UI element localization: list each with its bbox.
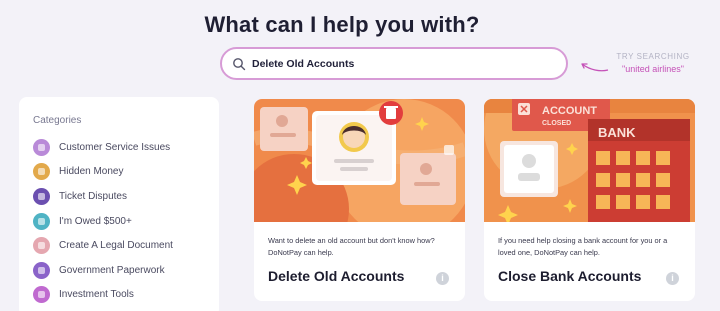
card-description: Want to delete an old account but don't … bbox=[268, 236, 435, 257]
category-investment-tools[interactable]: Investment Tools bbox=[33, 283, 219, 308]
category-label: Hidden Money bbox=[59, 166, 124, 178]
account-closed-badge: ACCOUNT bbox=[542, 105, 597, 117]
card-description: If you need help closing a bank account … bbox=[498, 236, 668, 257]
cash-icon bbox=[33, 212, 50, 230]
delete-accounts-illustration bbox=[254, 99, 465, 222]
page-title: What can I help you with? bbox=[204, 12, 480, 37]
card-title: Close Bank Accounts bbox=[498, 268, 642, 284]
search-value: Delete Old Accounts bbox=[252, 57, 355, 70]
category-label: Ticket Disputes bbox=[59, 190, 127, 202]
card-close-bank-accounts[interactable]: ACCOUNT CLOSED BANK If you need help clo… bbox=[484, 99, 695, 301]
ticket-icon bbox=[33, 187, 50, 205]
try-searching-hint: TRY SEARCHING "united airlines" bbox=[610, 50, 696, 76]
investment-icon bbox=[33, 286, 50, 304]
category-label: Investment Tools bbox=[59, 289, 134, 301]
customer-service-icon bbox=[33, 138, 50, 156]
category-customer-service[interactable]: Customer Service Issues bbox=[33, 135, 219, 160]
info-icon[interactable]: i bbox=[666, 272, 679, 285]
category-label: Create A Legal Document bbox=[59, 240, 173, 252]
category-hidden-money[interactable]: Hidden Money bbox=[33, 160, 219, 185]
category-government-paperwork[interactable]: Government Paperwork bbox=[33, 258, 219, 283]
money-icon bbox=[33, 163, 50, 181]
search-input[interactable]: Delete Old Accounts bbox=[220, 47, 568, 80]
card-title: Delete Old Accounts bbox=[268, 268, 405, 284]
categories-panel: Categories Customer Service Issues Hidde… bbox=[19, 97, 219, 311]
try-searching-example[interactable]: "united airlines" bbox=[610, 63, 696, 76]
bank-accounts-illustration: ACCOUNT CLOSED BANK bbox=[484, 99, 695, 222]
card-delete-old-accounts[interactable]: Want to delete an old account but don't … bbox=[254, 99, 465, 301]
search-icon bbox=[233, 57, 246, 70]
category-ticket-disputes[interactable]: Ticket Disputes bbox=[33, 184, 219, 209]
government-icon bbox=[33, 261, 50, 279]
info-icon[interactable]: i bbox=[436, 272, 449, 285]
bank-sign: BANK bbox=[598, 125, 636, 140]
category-legal-document[interactable]: Create A Legal Document bbox=[33, 233, 219, 258]
category-label: Government Paperwork bbox=[59, 264, 165, 276]
svg-text:CLOSED: CLOSED bbox=[542, 120, 571, 127]
category-label: Customer Service Issues bbox=[59, 141, 171, 153]
category-label: I'm Owed $500+ bbox=[59, 215, 132, 227]
arrow-icon bbox=[581, 63, 609, 72]
categories-title: Categories bbox=[33, 115, 82, 126]
try-searching-label: TRY SEARCHING bbox=[616, 52, 690, 61]
category-owed-500[interactable]: I'm Owed $500+ bbox=[33, 209, 219, 234]
document-icon bbox=[33, 237, 50, 255]
